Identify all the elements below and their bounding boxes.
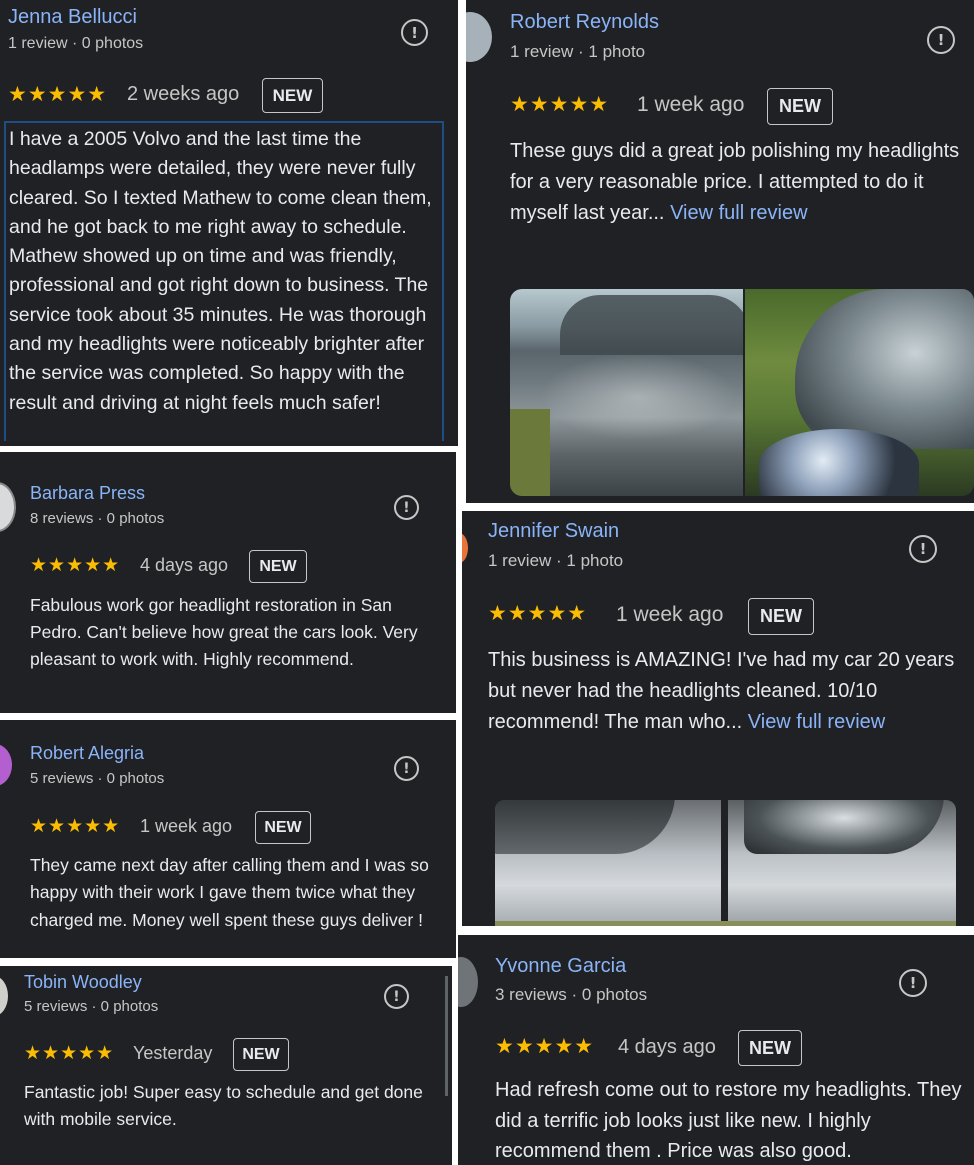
review-text: They came next day after calling them an… xyxy=(30,855,429,930)
review-card-jenna-bellucci: Jenna Bellucci 1 review · 0 photos ! ★★★… xyxy=(0,0,458,446)
review-time: 1 week ago xyxy=(637,93,745,116)
star-rating: ★★★★★ xyxy=(8,83,108,106)
reviewer-name[interactable]: Yvonne Garcia xyxy=(495,955,626,978)
view-full-review-link[interactable]: View full review xyxy=(748,711,885,733)
reviewer-name[interactable]: Jenna Bellucci xyxy=(8,6,137,29)
review-card-jennifer-swain: Jennifer Swain 1 review · 1 photo ! ★★★★… xyxy=(462,511,974,926)
reviewer-name[interactable]: Barbara Press xyxy=(30,483,145,504)
report-flag-icon[interactable]: ! xyxy=(384,984,409,1009)
report-flag-icon[interactable]: ! xyxy=(401,19,428,46)
review-text: This business is AMAZING! I've had my ca… xyxy=(488,645,968,738)
review-text: These guys did a great job polishing my … xyxy=(510,136,970,229)
new-badge: NEW xyxy=(767,88,833,125)
review-card-robert-reynolds: Robert Reynolds 1 review · 1 photo ! ★★★… xyxy=(466,0,974,503)
new-badge: NEW xyxy=(748,598,814,635)
reviewer-meta: 5 reviews · 0 photos xyxy=(30,770,165,787)
star-rating: ★★★★★ xyxy=(495,1035,595,1058)
reviewer-meta: 1 review · 0 photos xyxy=(8,35,144,52)
review-text: Fantastic job! Super easy to schedule an… xyxy=(24,1082,423,1129)
report-flag-icon[interactable]: ! xyxy=(394,756,419,781)
report-flag-icon[interactable]: ! xyxy=(899,969,927,997)
avatar[interactable] xyxy=(466,12,492,62)
review-text: I have a 2005 Volvo and the last time th… xyxy=(4,121,444,441)
hood-shape xyxy=(795,289,974,449)
new-badge: NEW xyxy=(255,811,311,844)
headlight-shape xyxy=(495,800,675,854)
headlight-shape xyxy=(744,800,944,854)
avatar[interactable] xyxy=(0,482,16,532)
star-rating: ★★★★★ xyxy=(488,602,588,625)
avatar[interactable] xyxy=(0,976,8,1016)
review-photo[interactable] xyxy=(745,289,974,496)
star-rating: ★★★★★ xyxy=(30,816,121,837)
review-card-tobin-woodley: Tobin Woodley 5 reviews · 0 photos ! ★★★… xyxy=(0,966,452,1165)
review-photo[interactable] xyxy=(728,800,956,922)
reviewer-meta: 5 reviews · 0 photos xyxy=(24,998,159,1015)
avatar[interactable] xyxy=(462,533,468,563)
report-flag-icon[interactable]: ! xyxy=(394,495,419,520)
reviewer-name[interactable]: Jennifer Swain xyxy=(488,520,619,543)
review-time: 4 days ago xyxy=(618,1036,716,1058)
reviewer-meta: 1 review · 1 photo xyxy=(510,42,646,61)
review-time: 4 days ago xyxy=(140,555,229,575)
star-rating: ★★★★★ xyxy=(24,1043,115,1064)
reviewer-name[interactable]: Robert Alegria xyxy=(30,743,144,764)
star-rating: ★★★★★ xyxy=(510,93,610,116)
review-card-barbara-press: Barbara Press 8 reviews · 0 photos ! ★★★… xyxy=(0,452,456,713)
new-badge: NEW xyxy=(233,1038,289,1071)
reviewer-meta: 1 review · 1 photo xyxy=(488,551,624,570)
review-card-robert-alegria: Robert Alegria 5 reviews · 0 photos ! ★★… xyxy=(0,720,456,958)
reviewer-meta: 8 reviews · 0 photos xyxy=(30,510,165,527)
avatar[interactable] xyxy=(458,957,478,1007)
headlight-shape xyxy=(759,429,919,496)
review-photo[interactable] xyxy=(510,289,743,496)
review-time: 1 week ago xyxy=(616,603,724,626)
review-time: 2 weeks ago xyxy=(127,83,240,105)
new-badge: NEW xyxy=(262,78,323,113)
report-flag-icon[interactable]: ! xyxy=(927,26,955,54)
greenery-shape xyxy=(510,409,550,496)
reviewer-meta: 3 reviews · 0 photos xyxy=(495,985,648,1004)
new-badge: NEW xyxy=(738,1030,802,1066)
new-badge: NEW xyxy=(249,550,307,583)
reviewer-name[interactable]: Robert Reynolds xyxy=(510,11,659,34)
photo-grid-strip xyxy=(495,921,956,926)
review-time: Yesterday xyxy=(133,1043,213,1063)
review-time: 1 week ago xyxy=(140,816,233,836)
review-text: Had refresh come out to restore my headl… xyxy=(495,1079,962,1162)
report-flag-icon[interactable]: ! xyxy=(909,535,937,563)
review-text: Fabulous work gor headlight restoration … xyxy=(30,595,418,669)
view-full-review-link[interactable]: View full review xyxy=(670,202,807,224)
reviewer-name[interactable]: Tobin Woodley xyxy=(24,972,142,993)
review-photo[interactable] xyxy=(495,800,721,922)
car-roof-shape xyxy=(560,295,743,355)
avatar[interactable] xyxy=(0,744,12,786)
review-card-yvonne-garcia: Yvonne Garcia 3 reviews · 0 photos ! ★★★… xyxy=(458,935,974,1165)
star-rating: ★★★★★ xyxy=(30,555,121,576)
scrollbar[interactable] xyxy=(445,976,448,1096)
